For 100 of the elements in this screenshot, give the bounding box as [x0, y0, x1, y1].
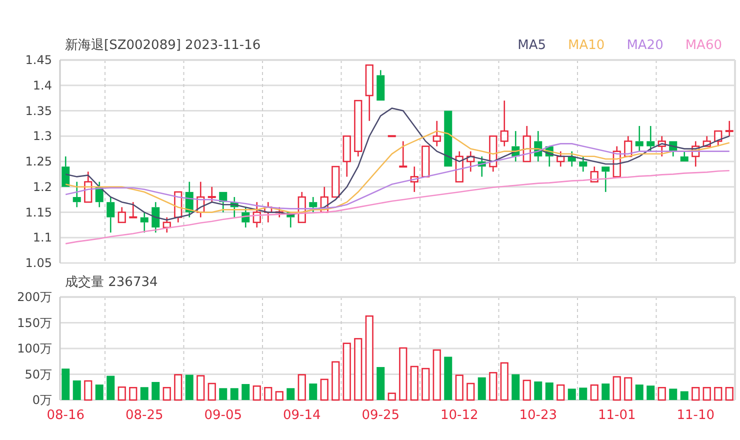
candlestick [242, 207, 250, 228]
volume-bar [478, 377, 486, 400]
volume-bar [275, 391, 284, 401]
candlestick [590, 166, 598, 182]
candlestick [534, 131, 542, 162]
volume-bar [62, 368, 70, 400]
volume-bar [624, 377, 632, 401]
candlestick [669, 140, 678, 156]
candlestick [376, 70, 385, 102]
axis-label: 1.25 [25, 154, 52, 168]
candlestick [365, 64, 374, 121]
candlestick [106, 197, 115, 233]
candlestick [410, 166, 418, 192]
volume-bar [264, 387, 272, 401]
date-label: 09-05 [204, 408, 242, 423]
axis-label: 1.1 [32, 230, 52, 245]
volume-bar [455, 374, 464, 401]
volume-bar [252, 385, 261, 401]
axis-label: 1.05 [25, 256, 52, 270]
volume-bar [309, 384, 318, 400]
candlestick [129, 202, 138, 218]
volume-bar [354, 338, 362, 401]
candlestick [489, 135, 498, 172]
candlestick [84, 172, 92, 203]
candlestick [432, 120, 441, 146]
candlestick [230, 197, 238, 218]
volume-bar [152, 382, 160, 400]
candlestick [658, 136, 666, 156]
candlestick [702, 136, 711, 147]
candlestick [196, 182, 205, 218]
candlestick [208, 186, 216, 202]
volume-bar [725, 387, 734, 401]
candlestick [342, 135, 351, 177]
date-label: 10-12 [440, 408, 478, 423]
date-label: 11-01 [598, 408, 636, 423]
date-label: 08-16 [46, 408, 85, 423]
candlestick [579, 156, 588, 172]
volume-bar [669, 388, 678, 400]
volume-bar [72, 380, 81, 400]
axis-label: 150万 [17, 316, 52, 330]
candlestick [522, 126, 531, 162]
candlestick [512, 131, 520, 162]
candlestick [275, 207, 284, 218]
axis-label: 200万 [17, 292, 52, 304]
legend-label[interactable]: MA5 [518, 38, 546, 52]
volume-bar [568, 388, 576, 400]
volume-bar [342, 342, 351, 401]
chart-title: 成交量 236734 [65, 274, 158, 291]
volume-bar [658, 387, 666, 401]
volume-bar [140, 387, 148, 400]
volume-bar [602, 384, 610, 400]
candlestick [399, 141, 408, 168]
chart-title: 新海退[SZ002089] 2023-11-16 [65, 37, 261, 54]
candlestick [185, 182, 194, 218]
axis-label: 1.35 [25, 104, 52, 118]
axis-label: 1.2 [32, 180, 52, 194]
volume-bar [320, 378, 328, 401]
candlestick [152, 202, 160, 233]
candlestick [286, 212, 295, 228]
candlestick [118, 207, 126, 224]
volume-bar [208, 382, 216, 401]
candlestick [635, 126, 644, 152]
volume-bar [410, 366, 418, 401]
volume-bar [702, 387, 711, 401]
volume-bar [512, 374, 520, 400]
volume-bar [579, 388, 588, 400]
volume-bar [118, 386, 126, 401]
candlestick [478, 156, 486, 177]
candlestick [140, 212, 148, 233]
candlestick [602, 166, 610, 192]
volume-bar [444, 356, 452, 400]
axis-label: 100万 [17, 342, 52, 356]
candlestick [252, 202, 261, 228]
volume-bar [286, 388, 295, 400]
volume-bar [388, 392, 396, 401]
legend-label[interactable]: MA10 [568, 38, 605, 52]
candlestick [725, 120, 734, 136]
date-label: 08-25 [125, 408, 164, 423]
candlestick [455, 151, 464, 182]
axis-label: 1.15 [25, 205, 52, 220]
volume-bar [692, 387, 700, 401]
volume-bar [500, 362, 508, 401]
volume-bar [534, 381, 542, 400]
legend-label[interactable]: MA20 [626, 38, 664, 52]
date-label: 09-25 [362, 408, 400, 423]
volume-bar [612, 376, 621, 401]
legend-label[interactable]: MA60 [685, 38, 722, 52]
candlestick [95, 182, 104, 208]
candlestick [646, 126, 655, 152]
volume-bar [376, 367, 385, 400]
volume-bar [432, 349, 441, 401]
candlestick [62, 156, 70, 188]
volume-bar [590, 384, 598, 401]
candlestick [162, 217, 171, 233]
axis-label: 1.4 [32, 78, 52, 92]
volume-bar [174, 374, 182, 401]
date-label: 09-14 [282, 408, 321, 423]
volume-bar [196, 375, 205, 401]
candlestick [422, 146, 430, 178]
volume-bar [298, 374, 306, 401]
